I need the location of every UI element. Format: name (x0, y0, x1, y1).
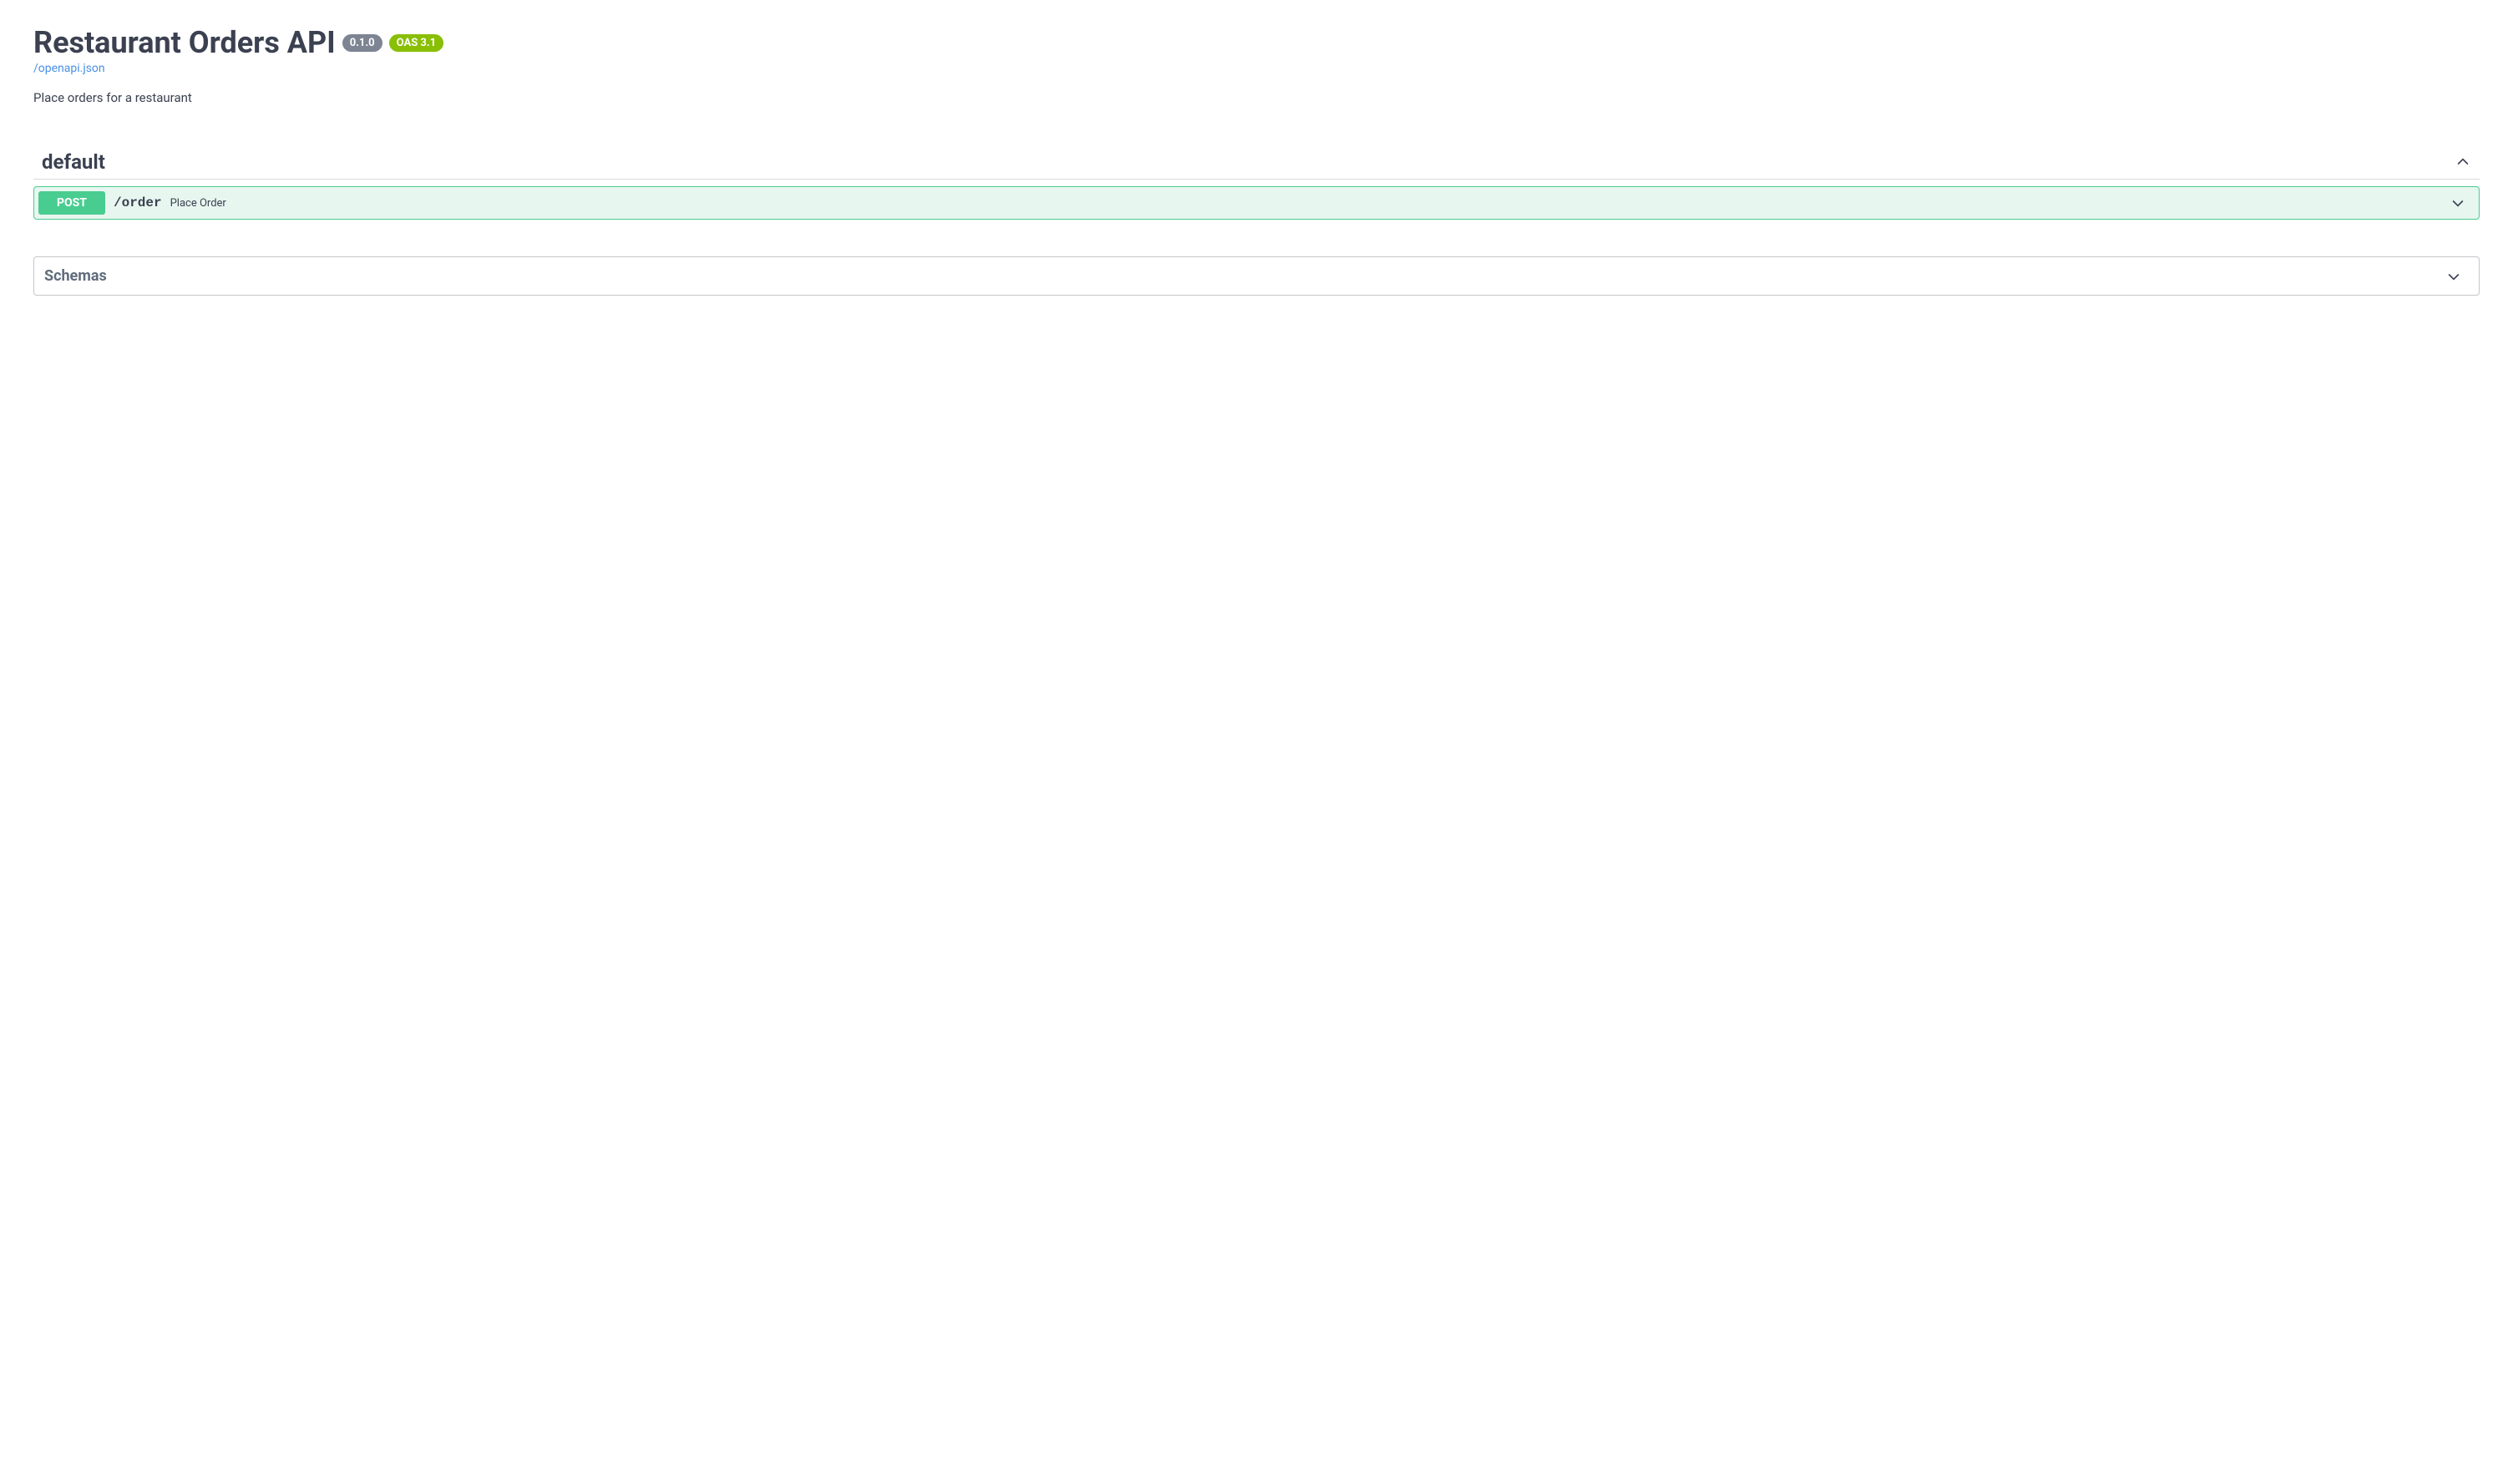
openapi-spec-link[interactable]: /openapi.json (33, 62, 2480, 75)
operation-summary: Place Order (170, 197, 226, 210)
http-method-badge: POST (38, 191, 105, 215)
oas-badge: OAS 3.1 (389, 34, 444, 52)
chevron-down-icon (2450, 195, 2466, 211)
schemas-title: Schemas (44, 267, 107, 285)
api-description: Place orders for a restaurant (33, 90, 2480, 105)
chevron-down-icon (2445, 268, 2462, 285)
api-title: Restaurant Orders API (33, 25, 336, 60)
schemas-section: Schemas (33, 256, 2480, 296)
operation-post-order[interactable]: POST /order Place Order (33, 186, 2480, 220)
chevron-up-icon (2455, 154, 2471, 170)
schemas-header[interactable]: Schemas (34, 257, 2479, 295)
tag-section-default: default POST /order Place Order (33, 145, 2480, 220)
version-badge: 0.1.0 (342, 34, 383, 52)
title-line: Restaurant Orders API 0.1.0 OAS 3.1 (33, 25, 2480, 60)
tag-header-default[interactable]: default (33, 145, 2480, 180)
tag-name: default (42, 150, 105, 174)
api-header: Restaurant Orders API 0.1.0 OAS 3.1 /ope… (33, 25, 2480, 105)
operation-path: /order (114, 195, 162, 210)
